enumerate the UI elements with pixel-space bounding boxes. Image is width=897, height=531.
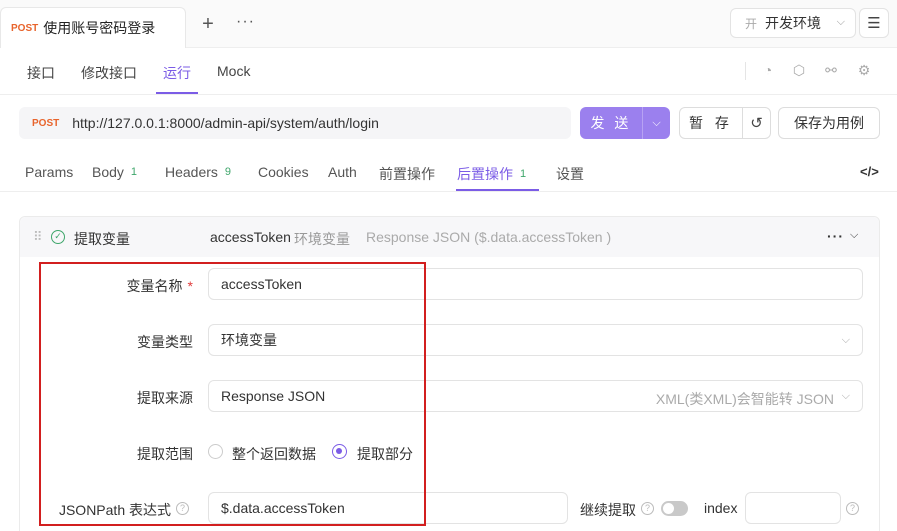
help-icon[interactable]: ? [846,502,859,515]
tab-count: 1 [520,168,527,180]
tab-mock[interactable]: Mock [217,63,250,79]
tab-label: Headers [165,164,218,180]
url-text[interactable]: http://127.0.0.1:8000/admin-api/system/a… [72,115,379,131]
tab-label: Cookies [258,164,309,180]
tab-api[interactable]: 接口 [27,63,55,83]
divider [745,62,746,80]
card-env: 环境变量 [294,231,350,247]
code-gen-icon[interactable]: ⚯ [822,61,840,79]
code-icon[interactable]: </> [860,164,879,179]
highlight-annotation [39,262,426,526]
tab-count: 1 [130,166,138,178]
send-button[interactable]: 发 送 ⌵ [580,107,670,139]
save-as-case-button[interactable]: 保存为用例 [778,107,880,139]
card-header[interactable]: ⠿ ✓ 提取变量 accessToken 环境变量 Response JSON … [20,217,879,257]
environment-menu-icon[interactable]: ☰ [859,8,889,38]
tab-label: Params [25,164,74,180]
environment-select[interactable]: 开 开发环境 ⌵ [730,8,856,38]
chevron-down-icon: ⌵ [841,334,850,346]
more-icon[interactable]: ··· [827,228,844,244]
send-label[interactable]: 发 送 [580,113,642,133]
share-icon[interactable]: ⬡ [790,61,808,79]
url-method[interactable]: POST [32,118,59,129]
method-badge: POST [11,22,39,34]
card-var-name: accessToken [210,229,291,245]
top-tab-bar: POST 使用账号密码登录 + ··· 开 开发环境 ⌵ ☰ [0,0,897,48]
environment-label: 开发环境 [765,15,822,31]
continue-extract-label: 继续提取 [580,502,636,518]
reset-icon[interactable]: ↺ [742,107,771,139]
request-tab[interactable]: POST 使用账号密码登录 [0,7,186,48]
tab-label: 前置操作 [379,166,435,182]
api-subtabs: 接口 修改接口 运行 Mock ◔ ⬡ ⚯ ⚙ [0,48,897,95]
tab-label: 后置操作 [457,166,513,182]
save-button[interactable]: 暂 存 [679,107,743,139]
tab-headers[interactable]: Headers 9 [165,164,231,180]
index-input[interactable] [745,492,841,524]
continue-extract-toggle[interactable] [661,501,688,516]
environment-badge: 开 [745,16,758,31]
card-title: 提取变量 [74,231,130,247]
tab-label: Auth [328,164,357,180]
active-tab-indicator [156,92,198,94]
tab-cookies[interactable]: Cookies [258,164,309,180]
drag-handle-icon[interactable]: ⠿ [33,229,42,245]
more-tabs-button[interactable]: ··· [236,13,255,31]
tab-params[interactable]: Params [25,164,73,180]
settings-icon[interactable]: ⚙ [855,61,873,79]
tab-label: 设置 [556,166,584,182]
card-source-summary: Response JSON ($.data.accessToken ) [366,229,612,245]
index-label: index [704,500,738,516]
chevron-down-icon[interactable]: ⌵ [850,229,858,242]
request-tab-title: 使用账号密码登录 [43,20,156,36]
chevron-down-icon: ⌵ [841,390,850,402]
tab-run[interactable]: 运行 [163,63,191,83]
tab-post-processors[interactable]: 后置操作 1 [457,164,526,184]
tab-pre-processors[interactable]: 前置操作 [379,164,435,184]
tab-body[interactable]: Body 1 [92,164,137,180]
tab-auth[interactable]: Auth [328,164,357,180]
new-tab-button[interactable]: + [198,13,218,36]
active-tab-indicator [456,189,539,191]
url-input[interactable]: POST http://127.0.0.1:8000/admin-api/sys… [19,107,571,139]
history-icon[interactable]: ◔ [759,61,777,79]
tab-count: 9 [224,166,232,178]
chevron-down-icon[interactable]: ⌵ [643,117,670,130]
chevron-down-icon: ⌵ [836,16,845,28]
tab-settings[interactable]: 设置 [556,164,584,184]
check-circle-icon[interactable]: ✓ [51,230,65,244]
source-hint: XML(类XML)会智能转 JSON [655,391,834,407]
tab-label: Body [92,164,124,180]
help-icon[interactable]: ? [641,502,654,515]
param-tabs: Params Body 1 Headers 9 Cookies Auth 前置操作 … [0,152,897,192]
tab-edit-api[interactable]: 修改接口 [81,63,137,83]
